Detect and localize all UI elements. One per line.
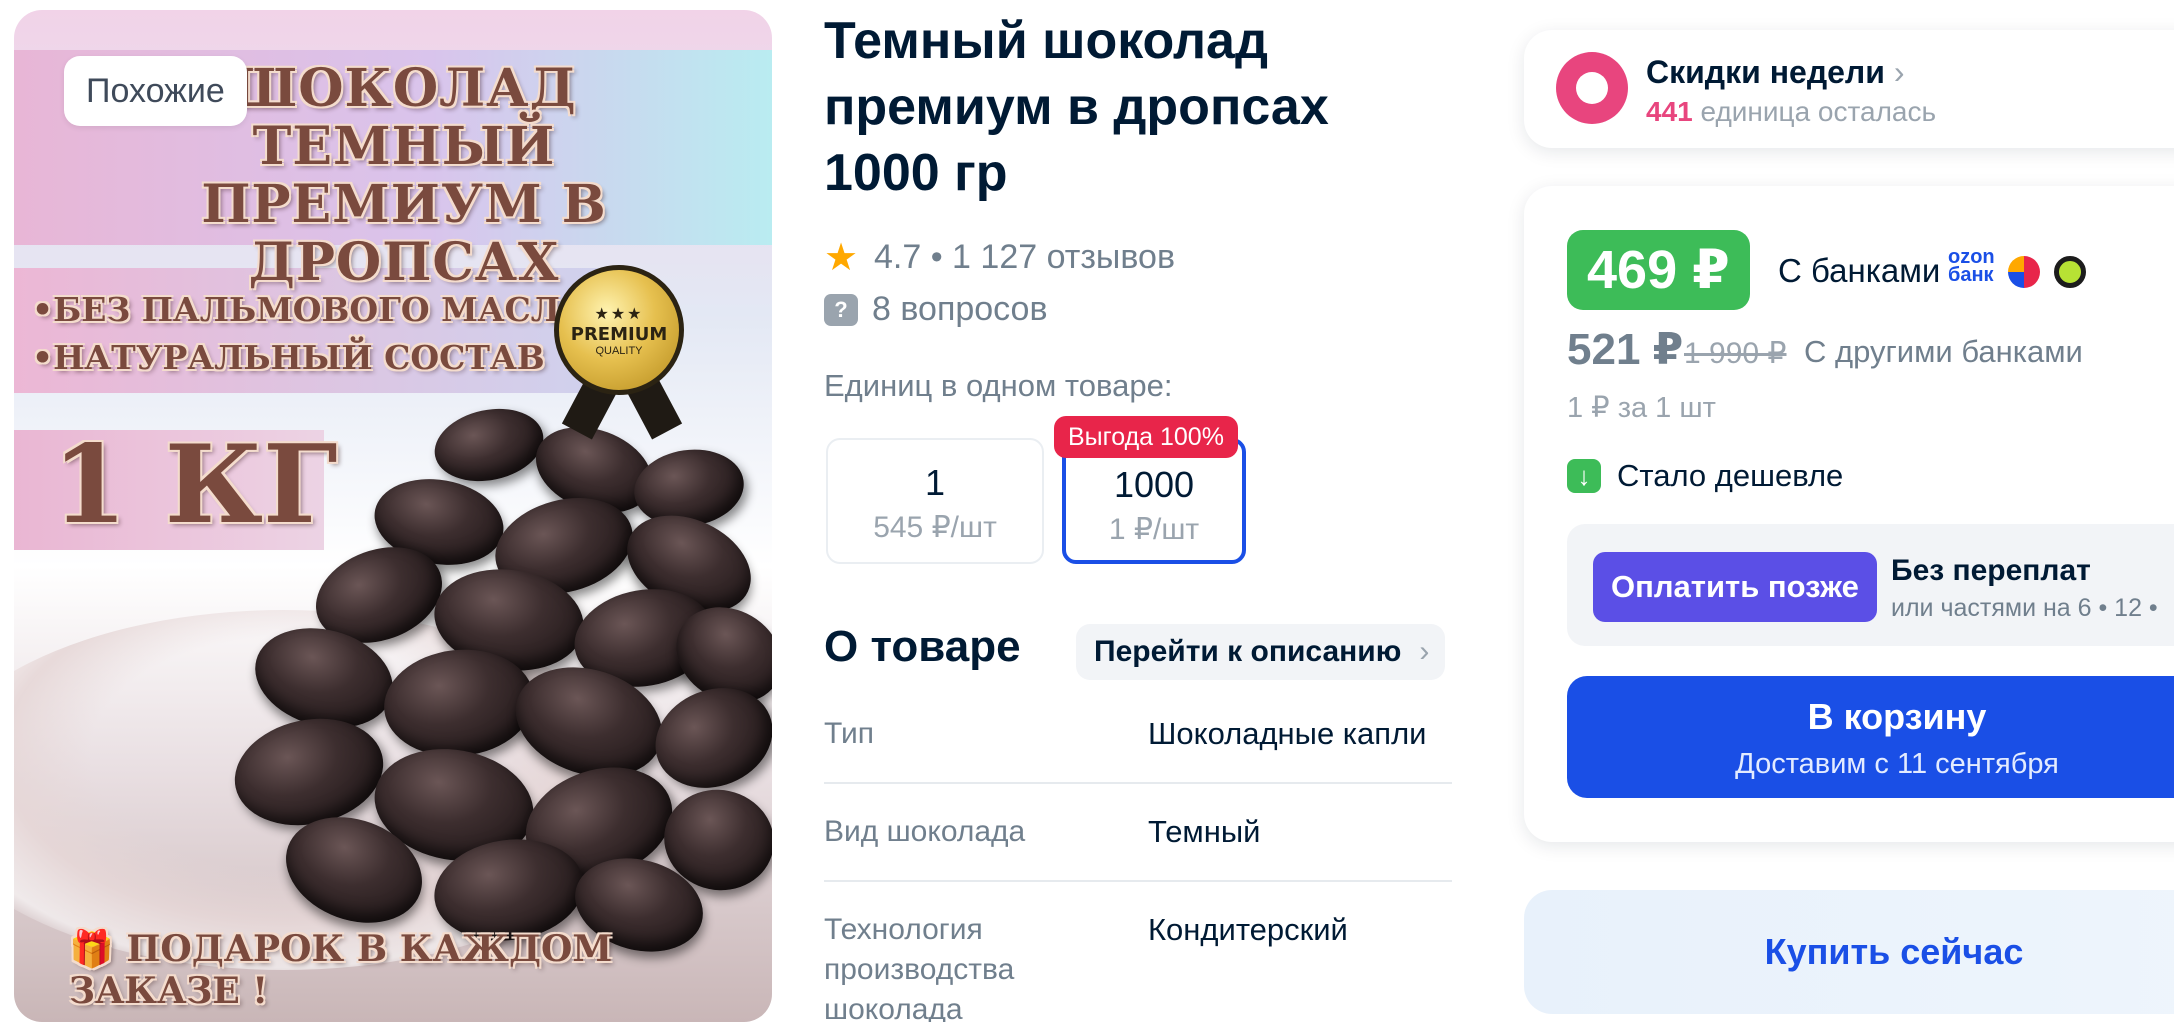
arrow-down-icon: ↓ xyxy=(1567,459,1601,493)
product-image[interactable]: ШОКОЛАД ТЕМНЫЙ ПРЕМИУМ В ДРОПСАХ •БЕЗ ПА… xyxy=(14,10,772,1022)
questions-link[interactable]: ? 8 вопросов xyxy=(824,290,1048,329)
product-title: Темный шоколад премиум в дропсах 1000 гр xyxy=(824,12,1329,202)
unit-count: 1000 xyxy=(1113,464,1195,505)
delivery-date: Доставим с 11 сентября xyxy=(1735,748,2059,780)
goto-description-label: Перейти к описанию xyxy=(1094,635,1402,668)
weekly-deals-card[interactable]: Скидки недели › 441 единица осталась xyxy=(1524,30,2174,148)
goto-description-button[interactable]: Перейти к описанию › xyxy=(1076,624,1446,680)
rating-link[interactable]: ★ 4.7 • 1 127 отзывов xyxy=(824,238,1175,277)
ozon-bank-icon: ozon банк xyxy=(1948,246,1995,286)
bank-logo-icon xyxy=(2008,256,2040,288)
spec-key: Технология производства шоколада xyxy=(824,913,1015,1022)
with-banks-label: С банками xyxy=(1778,252,1941,289)
unit-price-per: 545 ₽/шт xyxy=(873,511,997,544)
pay-later-section: Оплатить позже Без переплат или частями … xyxy=(1567,524,2174,646)
unit-option-1[interactable]: 1 545 ₽/шт xyxy=(826,438,1044,564)
unit-price-per: 1 ₽/шт xyxy=(1108,513,1200,546)
rating-text: 4.7 • 1 127 отзывов xyxy=(874,238,1176,276)
bank-logo-icon xyxy=(2054,256,2086,288)
pay-later-button[interactable]: Оплатить позже xyxy=(1593,552,1877,622)
spec-value: Темный xyxy=(1148,814,1261,849)
spec-key: Вид шоколада xyxy=(824,815,1026,848)
question-icon: ? xyxy=(824,293,858,326)
spec-row: Вид шоколада Темный xyxy=(824,812,1452,882)
premium-quality-seal: ★★★ PREMIUM QUALITY xyxy=(554,265,684,395)
no-overpay-title: Без переплат xyxy=(1891,554,2091,587)
installments-text: или частями на 6 • 12 • xyxy=(1891,594,2158,622)
spec-value: Шоколадные капли xyxy=(1148,716,1427,751)
price-card: 469 ₽ С банками ozon банк 521 ₽ 1 990 ₽ С… xyxy=(1524,186,2174,842)
units-label: Единиц в одном товаре: xyxy=(824,368,1173,403)
spec-value: Кондитерский xyxy=(1148,912,1348,947)
crossed-price: 1 990 ₽ xyxy=(1684,337,1787,370)
chevron-right-icon: › xyxy=(1419,635,1430,668)
weekly-deals-title: Скидки недели › xyxy=(1646,54,1905,90)
image-feature-text: •БЕЗ ПАЛЬМОВОГО МАСЛА xyxy=(32,290,587,329)
unit-count: 1 xyxy=(924,462,946,503)
image-gift-text: 🎁 ПОДАРОК В КАЖДОМ ЗАКАЗЕ ! xyxy=(69,928,613,1012)
star-icon: ★ xyxy=(824,236,859,279)
image-feature-text: •НАТУРАЛЬНЫЙ СОСТАВ xyxy=(32,338,545,377)
price-per-unit: 1 ₽ за 1 шт xyxy=(1567,392,1716,424)
questions-text: 8 вопросов xyxy=(872,290,1048,328)
buy-now-button[interactable]: Купить сейчас xyxy=(1524,890,2174,1014)
other-banks-label: С другими банками xyxy=(1804,334,2083,369)
card-price-badge: 469 ₽ xyxy=(1567,230,1750,310)
price-drop-note: ↓ Стало дешевле xyxy=(1567,458,1843,494)
image-weight-text: 1 КГ xyxy=(52,422,338,548)
chevron-right-icon: › xyxy=(1893,54,1905,90)
benefit-badge: Выгода 100% xyxy=(1054,416,1238,458)
deals-logo-icon xyxy=(1556,52,1628,124)
regular-price: 521 ₽ xyxy=(1567,325,1684,374)
about-title: О товаре xyxy=(824,622,1021,671)
stock-remaining: 441 единица осталась xyxy=(1646,96,1937,127)
spec-row: Тип Шоколадные капли xyxy=(824,714,1452,784)
spec-row: Технология производства шоколада Кондите… xyxy=(824,910,1452,1022)
add-to-cart-button[interactable]: В корзину Доставим с 11 сентября xyxy=(1567,676,2174,798)
similar-products-button[interactable]: Похожие xyxy=(64,56,247,126)
add-to-cart-label: В корзину xyxy=(1807,696,1987,737)
spec-key: Тип xyxy=(824,717,875,750)
